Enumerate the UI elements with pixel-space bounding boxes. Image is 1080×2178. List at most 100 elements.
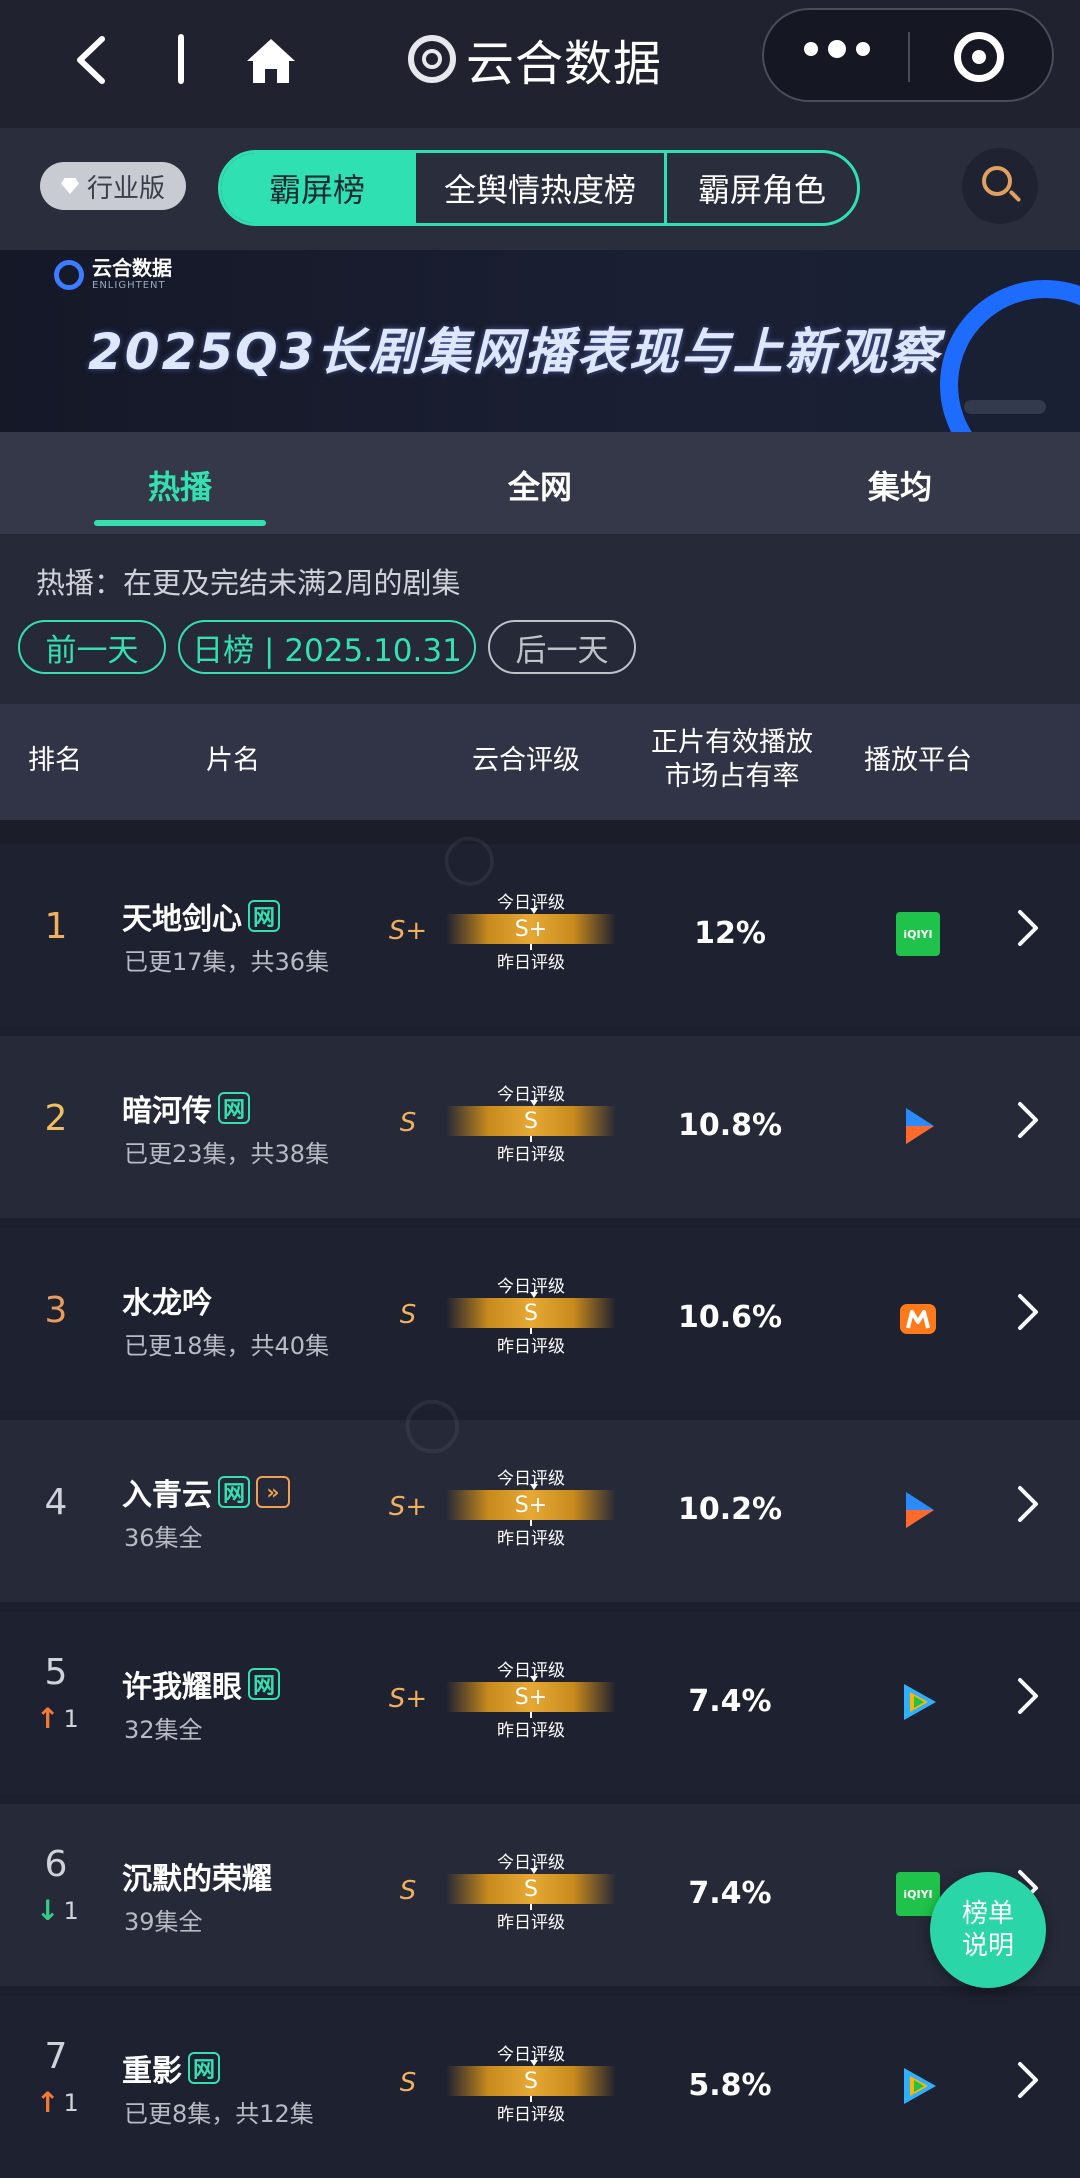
list-item[interactable]: 7 ↑ 1 重影网已更8集，共12集 S 今日评级 S 昨日评级 5.8% xyxy=(0,1996,1080,2178)
drama-title[interactable]: 水龙吟 xyxy=(122,1278,212,1322)
home-icon[interactable] xyxy=(240,30,302,92)
drama-name: 天地剑心 xyxy=(122,902,242,937)
drama-title[interactable]: 重影网 xyxy=(122,2046,220,2090)
drama-name: 沉默的荣耀 xyxy=(122,1862,272,1897)
drama-title[interactable]: 天地剑心网 xyxy=(122,894,280,938)
drama-title[interactable]: 入青云网» xyxy=(122,1470,290,1514)
episode-info: 36集全 xyxy=(124,1524,203,1552)
market-share: 7.4% xyxy=(688,1876,772,1911)
grade-bar-value: S xyxy=(446,1298,616,1328)
diamond-icon xyxy=(60,178,79,194)
tab-per-episode[interactable]: 集均 xyxy=(868,462,932,508)
rank-number: 7 xyxy=(44,2036,68,2077)
search-button[interactable] xyxy=(962,148,1038,224)
grade-bar: 今日评级 S 昨日评级 xyxy=(446,1080,616,1170)
fab-line2: 说明 xyxy=(961,1931,1014,1961)
next-day-button[interactable]: 后一天 xyxy=(488,620,636,674)
episode-info: 32集全 xyxy=(124,1716,203,1744)
chevron-right-icon[interactable] xyxy=(1016,1292,1040,1342)
youku-icon xyxy=(896,1104,940,1148)
tab-public-opinion[interactable]: 全舆情热度榜 xyxy=(413,153,664,223)
rank-change: 1 xyxy=(63,1896,79,1925)
drama-name: 暗河传 xyxy=(122,1094,212,1129)
grade-bar-value: S xyxy=(446,1106,616,1136)
chevron-right-icon[interactable] xyxy=(1016,908,1040,958)
yesterday-grade-label: 昨日评级 xyxy=(497,953,565,973)
list-item[interactable]: 4 入青云网» 36集全 S+ 今日评级 S+ 昨日评级 10.2% xyxy=(0,1420,1080,1602)
drama-name: 重影 xyxy=(122,2054,182,2089)
market-share: 5.8% xyxy=(688,2068,772,2103)
net-drama-badge: 网 xyxy=(188,2052,220,2084)
tencent-icon xyxy=(896,1680,940,1724)
grade-label: S+ xyxy=(388,916,428,946)
drama-title[interactable]: 暗河传网 xyxy=(122,1086,250,1130)
tab-all-network[interactable]: 全网 xyxy=(508,462,572,508)
rank-number: 2 xyxy=(44,1098,68,1139)
yunhe-logo-icon xyxy=(408,35,456,83)
grade-bar: 今日评级 S+ 昨日评级 xyxy=(446,1656,616,1746)
market-share: 10.6% xyxy=(677,1300,783,1335)
yesterday-grade-label: 昨日评级 xyxy=(497,1145,565,1165)
grade-label: S+ xyxy=(388,1492,428,1522)
chevron-right-icon[interactable] xyxy=(1016,1676,1040,1726)
grade-label: S xyxy=(399,1876,417,1906)
list-item[interactable]: 2 暗河传网已更23集，共38集 S 今日评级 S 昨日评级 10.8% xyxy=(0,1036,1080,1218)
episode-info: 39集全 xyxy=(124,1908,203,1936)
more-icon[interactable] xyxy=(804,40,870,58)
episode-info: 已更23集，共38集 xyxy=(124,1140,330,1168)
active-tab-indicator xyxy=(94,520,266,526)
drama-name: 水龙吟 xyxy=(122,1286,212,1321)
net-drama-badge: 网 xyxy=(218,1092,250,1124)
tab-dominant-list[interactable]: 霸屏榜 xyxy=(221,153,413,223)
header-rank: 排名 xyxy=(28,745,82,776)
header-share-line2: 市场占有率 xyxy=(664,761,800,792)
episode-info: 已更17集，共36集 xyxy=(124,948,330,976)
list-item[interactable]: 6 ↓ 1 沉默的荣耀 39集全 S 今日评级 S 昨日评级 7.4% iQIYI xyxy=(0,1804,1080,1986)
banner-brand-cn: 云合数据 xyxy=(92,256,172,280)
rank-number: 6 xyxy=(44,1844,68,1885)
tab-dominant-roles[interactable]: 霸屏角色 xyxy=(664,153,857,223)
top-nav: 云合数据 xyxy=(0,0,1080,128)
industry-label: 行业版 xyxy=(86,173,165,204)
back-icon[interactable] xyxy=(62,30,122,90)
market-share: 10.2% xyxy=(677,1492,783,1527)
rank-number: 3 xyxy=(44,1290,68,1331)
grade-bar: 今日评级 S 昨日评级 xyxy=(446,2040,616,2130)
date-selector[interactable]: 日榜 | 2025.10.31 xyxy=(178,620,476,674)
rank-number: 4 xyxy=(44,1482,68,1523)
nav-divider xyxy=(178,34,184,84)
tab-hot[interactable]: 热播 xyxy=(148,462,212,508)
youku-icon xyxy=(896,1488,940,1532)
net-drama-badge: 网 xyxy=(248,1668,280,1700)
drama-title[interactable]: 沉默的荣耀 xyxy=(122,1854,272,1898)
chevron-right-icon[interactable] xyxy=(1016,2060,1040,2110)
industry-version-button[interactable]: 行业版 xyxy=(40,162,186,210)
banner-brand-en: ENLIGHTENT xyxy=(92,280,166,291)
header-grade: 云合评级 xyxy=(472,745,580,776)
drama-title[interactable]: 许我耀眼网 xyxy=(122,1662,280,1706)
market-share: 12% xyxy=(694,916,766,951)
list-item[interactable]: 1 天地剑心网已更17集，共36集 S+ 今日评级 S+ 昨日评级 12% iQIYI xyxy=(0,844,1080,1026)
banner-title: 2025Q3长剧集网播表现与上新观察 xyxy=(88,323,941,381)
table-header: 排名 片名 云合评级 正片有效播放 市场占有率 播放平台 xyxy=(0,704,1080,820)
chevron-right-icon[interactable] xyxy=(1016,1100,1040,1150)
yesterday-grade-label: 昨日评级 xyxy=(497,1721,565,1741)
tencent-icon xyxy=(896,2064,940,2108)
promo-banner[interactable]: 云合数据 ENLIGHTENT 2025Q3长剧集网播表现与上新观察 xyxy=(0,250,1080,432)
app-title-text: 云合数据 xyxy=(466,36,663,92)
arrow-down-icon: ↓ xyxy=(36,1894,60,1927)
arrow-up-icon: ↑ xyxy=(36,1702,60,1735)
sub-tabs: 热播 全网 集均 xyxy=(0,432,1080,534)
prev-day-button[interactable]: 前一天 xyxy=(18,620,166,674)
header-platform: 播放平台 xyxy=(864,745,972,776)
chevron-right-icon[interactable] xyxy=(1016,1484,1040,1534)
app-title: 云合数据 xyxy=(408,28,662,92)
episode-info: 已更8集，共12集 xyxy=(124,2100,314,2128)
list-item[interactable]: 5 ↑ 1 许我耀眼网 32集全 S+ 今日评级 S+ 昨日评级 7.4% xyxy=(0,1612,1080,1794)
list-item[interactable]: 3 水龙吟 已更18集，共40集 S 今日评级 S 昨日评级 10.6% xyxy=(0,1228,1080,1410)
list-explanation-button[interactable]: 榜单 说明 xyxy=(930,1872,1046,1988)
yesterday-grade-label: 昨日评级 xyxy=(497,1529,565,1549)
header-share: 正片有效播放 市场占有率 xyxy=(634,726,830,794)
grade-bar-value: S+ xyxy=(446,914,616,944)
target-icon[interactable] xyxy=(954,32,1004,82)
